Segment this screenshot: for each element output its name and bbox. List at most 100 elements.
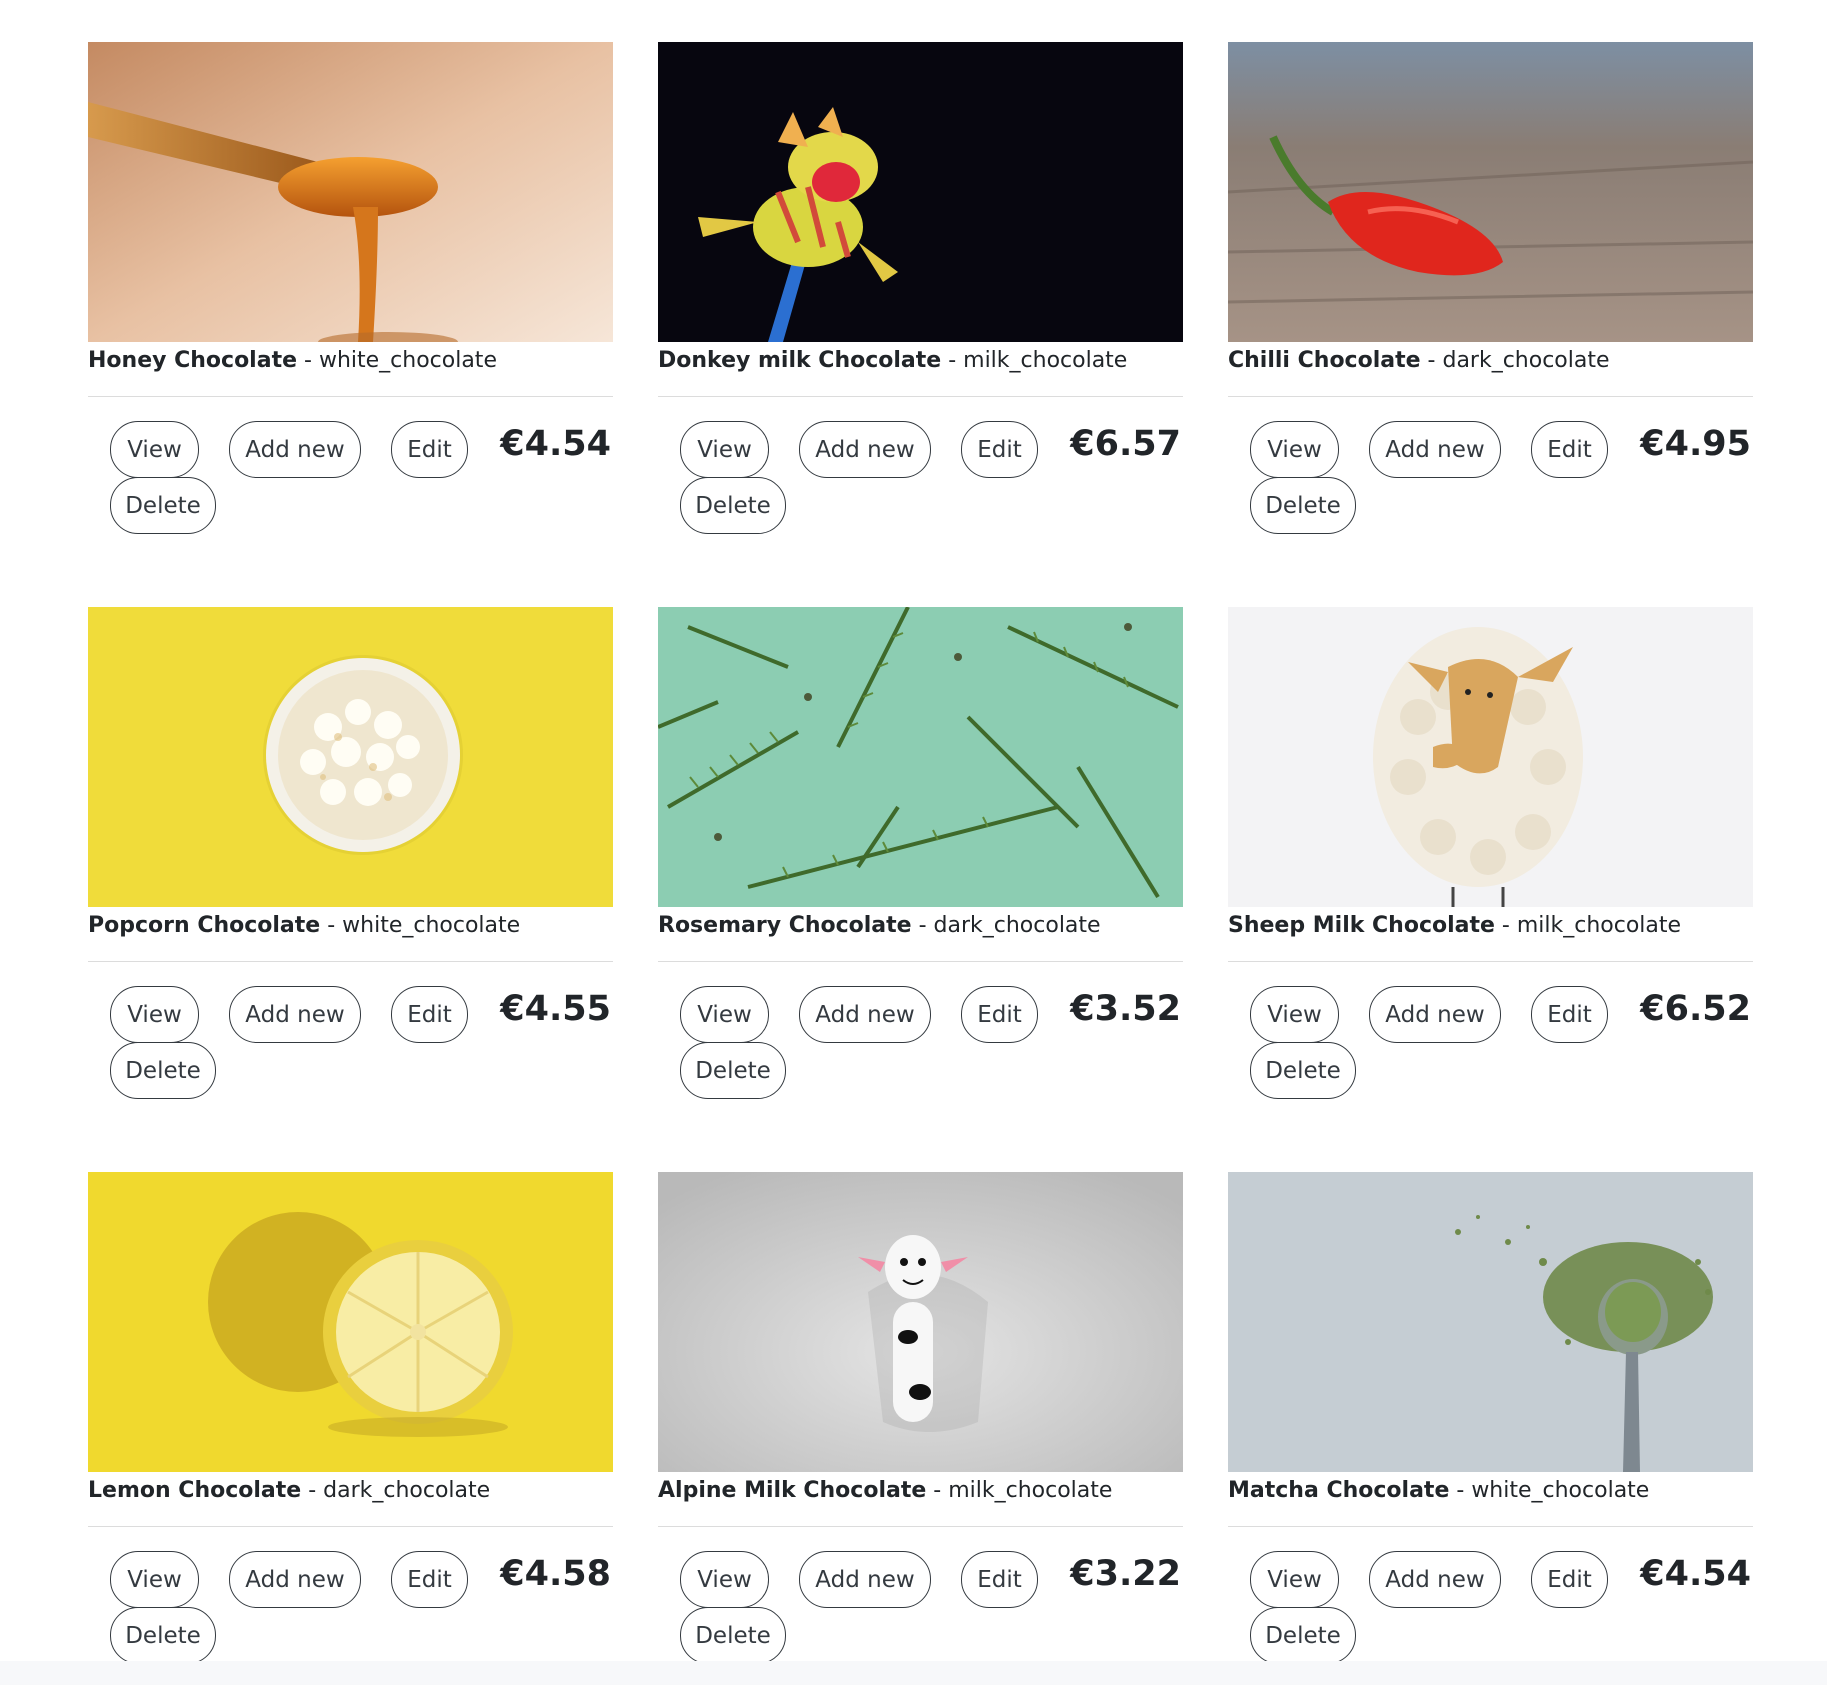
view-button[interactable]: View	[110, 1551, 199, 1608]
product-catalog-page: Honey Chocolate - white_chocolate View A…	[0, 0, 1827, 1685]
view-button[interactable]: View	[110, 986, 199, 1043]
add-new-button[interactable]: Add new	[799, 986, 931, 1043]
edit-button[interactable]: Edit	[391, 1551, 468, 1608]
view-button[interactable]: View	[1250, 421, 1339, 478]
add-new-button[interactable]: Add new	[799, 421, 931, 478]
product-card: Rosemary Chocolate - dark_chocolate View…	[658, 607, 1183, 1172]
edit-button[interactable]: Edit	[1531, 421, 1608, 478]
add-new-button[interactable]: Add new	[1369, 421, 1501, 478]
product-card: Sheep Milk Chocolate - milk_chocolate Vi…	[1228, 607, 1753, 1172]
product-image-honey[interactable]	[88, 42, 613, 342]
product-price: €3.52	[1070, 989, 1181, 1029]
product-caption: Chilli Chocolate - dark_chocolate	[1228, 346, 1753, 376]
product-image-rosemary[interactable]	[658, 607, 1183, 907]
delete-button[interactable]: Delete	[680, 477, 786, 534]
caption-separator: -	[1420, 348, 1443, 373]
delete-button[interactable]: Delete	[1250, 1042, 1356, 1099]
product-actions: View Add new Edit Delete €4.54	[88, 397, 613, 557]
product-card: Matcha Chocolate - white_chocolate View …	[1228, 1172, 1753, 1685]
product-category: white_chocolate	[1471, 1478, 1650, 1503]
edit-button[interactable]: Edit	[1531, 986, 1608, 1043]
delete-button[interactable]: Delete	[1250, 477, 1356, 534]
product-category: dark_chocolate	[933, 913, 1101, 938]
product-image-lemon[interactable]	[88, 1172, 613, 1472]
caption-separator: -	[320, 913, 343, 938]
product-image-popcorn[interactable]	[88, 607, 613, 907]
product-caption: Alpine Milk Chocolate - milk_chocolate	[658, 1476, 1183, 1506]
view-button[interactable]: View	[680, 421, 769, 478]
product-category: dark_chocolate	[323, 1478, 491, 1503]
add-new-button[interactable]: Add new	[229, 421, 361, 478]
product-name: Matcha Chocolate	[1228, 1478, 1450, 1503]
product-caption: Honey Chocolate - white_chocolate	[88, 346, 613, 376]
product-image-matcha[interactable]	[1228, 1172, 1753, 1472]
product-name: Alpine Milk Chocolate	[658, 1478, 927, 1503]
product-price: €4.58	[500, 1554, 611, 1594]
product-name: Lemon Chocolate	[88, 1478, 302, 1503]
product-image-chilli[interactable]	[1228, 42, 1753, 342]
edit-button[interactable]: Edit	[961, 1551, 1038, 1608]
caption-separator: -	[297, 348, 319, 373]
product-card: Honey Chocolate - white_chocolate View A…	[88, 42, 613, 607]
product-price: €4.55	[500, 989, 611, 1029]
product-actions: View Add new Edit Delete €6.57	[658, 397, 1183, 557]
add-new-button[interactable]: Add new	[1369, 1551, 1501, 1608]
product-price: €6.52	[1640, 989, 1751, 1029]
product-card: Chilli Chocolate - dark_chocolate View A…	[1228, 42, 1753, 607]
product-name: Rosemary Chocolate	[658, 913, 912, 938]
delete-button[interactable]: Delete	[110, 477, 216, 534]
product-card: Alpine Milk Chocolate - milk_chocolate V…	[658, 1172, 1183, 1685]
product-caption: Rosemary Chocolate - dark_chocolate	[658, 911, 1183, 941]
product-name: Sheep Milk Chocolate	[1228, 913, 1495, 938]
product-caption: Matcha Chocolate - white_chocolate	[1228, 1476, 1753, 1506]
caption-separator: -	[1494, 913, 1517, 938]
view-button[interactable]: View	[110, 421, 199, 478]
product-price: €4.54	[1640, 1554, 1751, 1594]
product-name: Popcorn Chocolate	[88, 913, 321, 938]
product-category: dark_chocolate	[1442, 348, 1610, 373]
caption-separator: -	[926, 1478, 949, 1503]
edit-button[interactable]: Edit	[961, 986, 1038, 1043]
view-button[interactable]: View	[680, 1551, 769, 1608]
product-actions: View Add new Edit Delete €6.52	[1228, 962, 1753, 1122]
add-new-button[interactable]: Add new	[799, 1551, 931, 1608]
product-name: Donkey milk Chocolate	[658, 348, 942, 373]
view-button[interactable]: View	[1250, 1551, 1339, 1608]
product-actions: View Add new Edit Delete €3.52	[658, 962, 1183, 1122]
edit-button[interactable]: Edit	[391, 421, 468, 478]
product-card: Popcorn Chocolate - white_chocolate View…	[88, 607, 613, 1172]
product-image-alpine[interactable]	[658, 1172, 1183, 1472]
product-grid: Honey Chocolate - white_chocolate View A…	[88, 42, 1753, 1685]
product-actions: View Add new Edit Delete €4.55	[88, 962, 613, 1122]
product-caption: Sheep Milk Chocolate - milk_chocolate	[1228, 911, 1753, 941]
product-caption: Popcorn Chocolate - white_chocolate	[88, 911, 613, 941]
bottom-bar	[0, 1661, 1827, 1685]
caption-separator: -	[941, 348, 964, 373]
edit-button[interactable]: Edit	[961, 421, 1038, 478]
delete-button[interactable]: Delete	[1250, 1607, 1356, 1664]
product-price: €4.95	[1640, 424, 1751, 464]
product-category: white_chocolate	[342, 913, 521, 938]
add-new-button[interactable]: Add new	[229, 1551, 361, 1608]
add-new-button[interactable]: Add new	[229, 986, 361, 1043]
delete-button[interactable]: Delete	[110, 1042, 216, 1099]
product-image-sheep[interactable]	[1228, 607, 1753, 907]
product-name: Honey Chocolate	[88, 348, 298, 373]
product-card: Lemon Chocolate - dark_chocolate View Ad…	[88, 1172, 613, 1685]
product-price: €4.54	[500, 424, 611, 464]
add-new-button[interactable]: Add new	[1369, 986, 1501, 1043]
product-image-donkey[interactable]	[658, 42, 1183, 342]
delete-button[interactable]: Delete	[110, 1607, 216, 1664]
delete-button[interactable]: Delete	[680, 1042, 786, 1099]
product-price: €3.22	[1070, 1554, 1181, 1594]
product-actions: View Add new Edit Delete €4.95	[1228, 397, 1753, 557]
edit-button[interactable]: Edit	[391, 986, 468, 1043]
delete-button[interactable]: Delete	[680, 1607, 786, 1664]
product-caption: Donkey milk Chocolate - milk_chocolate	[658, 346, 1183, 376]
product-category: milk_chocolate	[948, 1478, 1113, 1503]
product-price: €6.57	[1070, 424, 1181, 464]
edit-button[interactable]: Edit	[1531, 1551, 1608, 1608]
view-button[interactable]: View	[680, 986, 769, 1043]
product-category: milk_chocolate	[963, 348, 1128, 373]
view-button[interactable]: View	[1250, 986, 1339, 1043]
